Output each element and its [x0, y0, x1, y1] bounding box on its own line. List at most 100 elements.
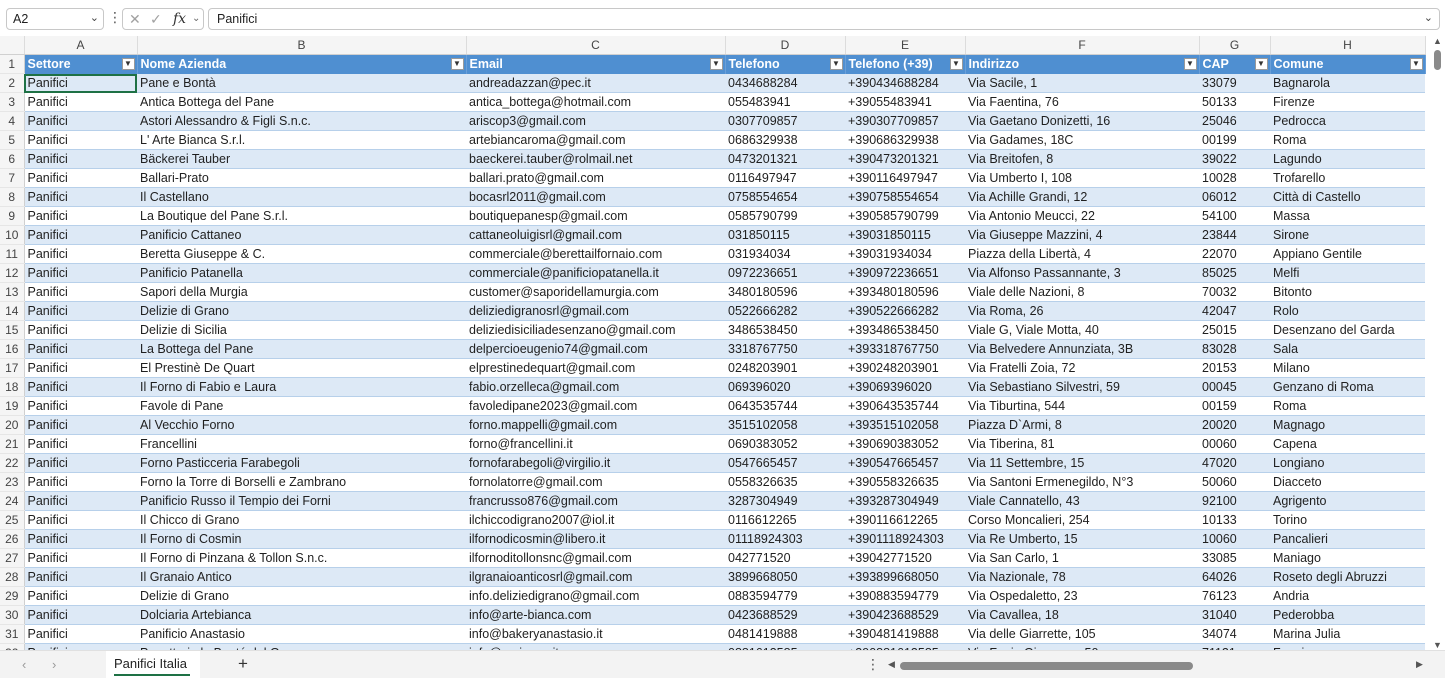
- filter-dropdown-icon[interactable]: ▼: [1183, 58, 1197, 70]
- cell[interactable]: +390643535744: [845, 396, 965, 416]
- cell[interactable]: Via San Carlo, 1: [965, 548, 1199, 568]
- cell[interactable]: info@bakeryanastasio.it: [466, 624, 725, 644]
- cell[interactable]: +390972236651: [845, 263, 965, 283]
- cell[interactable]: Panifici: [24, 225, 137, 245]
- row-number[interactable]: 25: [0, 510, 25, 530]
- cell[interactable]: ilfornodicosmin@libero.it: [466, 529, 725, 549]
- cell[interactable]: 00045: [1199, 377, 1270, 397]
- cell[interactable]: Agrigento: [1270, 491, 1425, 511]
- cell[interactable]: commerciale@berettailfornaio.com: [466, 244, 725, 264]
- cell[interactable]: 3480180596: [725, 282, 845, 302]
- previous-sheet-icon[interactable]: ‹: [22, 657, 26, 672]
- cell[interactable]: Via Sebastiano Silvestri, 59: [965, 377, 1199, 397]
- column-header-g[interactable]: G: [1199, 36, 1271, 55]
- cell[interactable]: Magnago: [1270, 415, 1425, 435]
- cell[interactable]: Via Antonio Meucci, 22: [965, 206, 1199, 226]
- cell[interactable]: +390522666282: [845, 301, 965, 321]
- cell[interactable]: 06012: [1199, 187, 1270, 207]
- cell[interactable]: +393480180596: [845, 282, 965, 302]
- row-number[interactable]: 23: [0, 472, 25, 492]
- cell[interactable]: 0643535744: [725, 396, 845, 416]
- cell[interactable]: +393287304949: [845, 491, 965, 511]
- row-number[interactable]: 5: [0, 130, 25, 150]
- cell[interactable]: 0972236651: [725, 263, 845, 283]
- row-number[interactable]: 2: [0, 73, 25, 93]
- column-header-c[interactable]: C: [466, 36, 726, 55]
- cell[interactable]: Lagundo: [1270, 149, 1425, 169]
- cell[interactable]: baeckerei.tauber@rolmail.net: [466, 149, 725, 169]
- cell[interactable]: Corso Moncalieri, 254: [965, 510, 1199, 530]
- cancel-icon[interactable]: ✕: [129, 11, 141, 28]
- cell[interactable]: El Prestinè De Quart: [137, 358, 466, 378]
- cell[interactable]: Pedrocca: [1270, 111, 1425, 131]
- cell[interactable]: 00199: [1199, 130, 1270, 150]
- horizontal-scroll-thumb[interactable]: [900, 662, 1193, 670]
- header-cell[interactable]: Nome Azienda ▼: [137, 54, 467, 74]
- cell[interactable]: Viale G, Viale Motta, 40: [965, 320, 1199, 340]
- cell[interactable]: +393486538450: [845, 320, 965, 340]
- cell[interactable]: elprestinedequart@gmail.com: [466, 358, 725, 378]
- scroll-left-icon[interactable]: ◀: [888, 659, 895, 670]
- row-number[interactable]: 24: [0, 491, 25, 511]
- cell[interactable]: 0547665457: [725, 453, 845, 473]
- cell[interactable]: +39042771520: [845, 548, 965, 568]
- cell[interactable]: info@arte-bianca.com: [466, 605, 725, 625]
- cell[interactable]: Desenzano del Garda: [1270, 320, 1425, 340]
- cell[interactable]: Via Gaetano Donizetti, 16: [965, 111, 1199, 131]
- header-cell[interactable]: CAP ▼: [1199, 54, 1271, 74]
- scroll-right-icon[interactable]: ▶: [1416, 659, 1423, 670]
- cell[interactable]: Via Achille Grandi, 12: [965, 187, 1199, 207]
- cell[interactable]: Genzano di Roma: [1270, 377, 1425, 397]
- cell[interactable]: Beretta Giuseppe & C.: [137, 244, 466, 264]
- cell[interactable]: +393515102058: [845, 415, 965, 435]
- cell[interactable]: Astori Alessandro & Figli S.n.c.: [137, 111, 466, 131]
- cell[interactable]: Maniago: [1270, 548, 1425, 568]
- cell[interactable]: ilgranaioanticosrl@gmail.com: [466, 567, 725, 587]
- cell[interactable]: +390547665457: [845, 453, 965, 473]
- cell[interactable]: Viale Cannatello, 43: [965, 491, 1199, 511]
- cell[interactable]: artebiancaroma@gmail.com: [466, 130, 725, 150]
- chevron-down-icon[interactable]: ⌄: [90, 11, 99, 24]
- filter-dropdown-icon[interactable]: ▼: [949, 58, 963, 70]
- cell[interactable]: Città di Castello: [1270, 187, 1425, 207]
- cell[interactable]: Panifici: [24, 339, 137, 359]
- cell[interactable]: 23844: [1199, 225, 1270, 245]
- cell[interactable]: bocasrl2011@gmail.com: [466, 187, 725, 207]
- filter-dropdown-icon[interactable]: ▼: [1409, 58, 1423, 70]
- cell[interactable]: Panifici: [24, 415, 137, 435]
- cell[interactable]: Panifici: [24, 358, 137, 378]
- filter-dropdown-icon[interactable]: ▼: [1254, 58, 1268, 70]
- cell[interactable]: Il Granaio Antico: [137, 567, 466, 587]
- cell[interactable]: Torino: [1270, 510, 1425, 530]
- cell[interactable]: antica_bottega@hotmail.com: [466, 92, 725, 112]
- cell[interactable]: 00159: [1199, 396, 1270, 416]
- cell[interactable]: Panifici: [24, 187, 137, 207]
- cell[interactable]: Firenze: [1270, 92, 1425, 112]
- cell[interactable]: L' Arte Bianca S.r.l.: [137, 130, 466, 150]
- cell[interactable]: Favole di Pane: [137, 396, 466, 416]
- enter-icon[interactable]: ✓: [150, 11, 162, 28]
- cell[interactable]: forno@francellini.it: [466, 434, 725, 454]
- vertical-scrollbar[interactable]: ▲ ▼: [1430, 36, 1445, 650]
- cell[interactable]: +390116497947: [845, 168, 965, 188]
- cell[interactable]: Panifici: [24, 73, 137, 93]
- cell[interactable]: Piazza della Libertà, 4: [965, 244, 1199, 264]
- header-cell[interactable]: Indirizzo ▼: [965, 54, 1200, 74]
- cell[interactable]: Roma: [1270, 130, 1425, 150]
- cell[interactable]: Trofarello: [1270, 168, 1425, 188]
- cell[interactable]: Francellini: [137, 434, 466, 454]
- scroll-down-icon[interactable]: ▼: [1433, 640, 1442, 650]
- cell[interactable]: Roseto degli Abruzzi: [1270, 567, 1425, 587]
- cell[interactable]: Panifici: [24, 111, 137, 131]
- cell[interactable]: 0116612265: [725, 510, 845, 530]
- cell[interactable]: Via delle Giarrette, 105: [965, 624, 1199, 644]
- next-sheet-icon[interactable]: ›: [52, 657, 56, 672]
- cell[interactable]: 70032: [1199, 282, 1270, 302]
- cell[interactable]: Longiano: [1270, 453, 1425, 473]
- cell[interactable]: +390434688284: [845, 73, 965, 93]
- cell[interactable]: Forno Pasticceria Farabegoli: [137, 453, 466, 473]
- cell[interactable]: 33085: [1199, 548, 1270, 568]
- sheet-tab-panifici-italia[interactable]: Panifici Italia: [106, 651, 200, 678]
- cell[interactable]: 42047: [1199, 301, 1270, 321]
- cell[interactable]: 3287304949: [725, 491, 845, 511]
